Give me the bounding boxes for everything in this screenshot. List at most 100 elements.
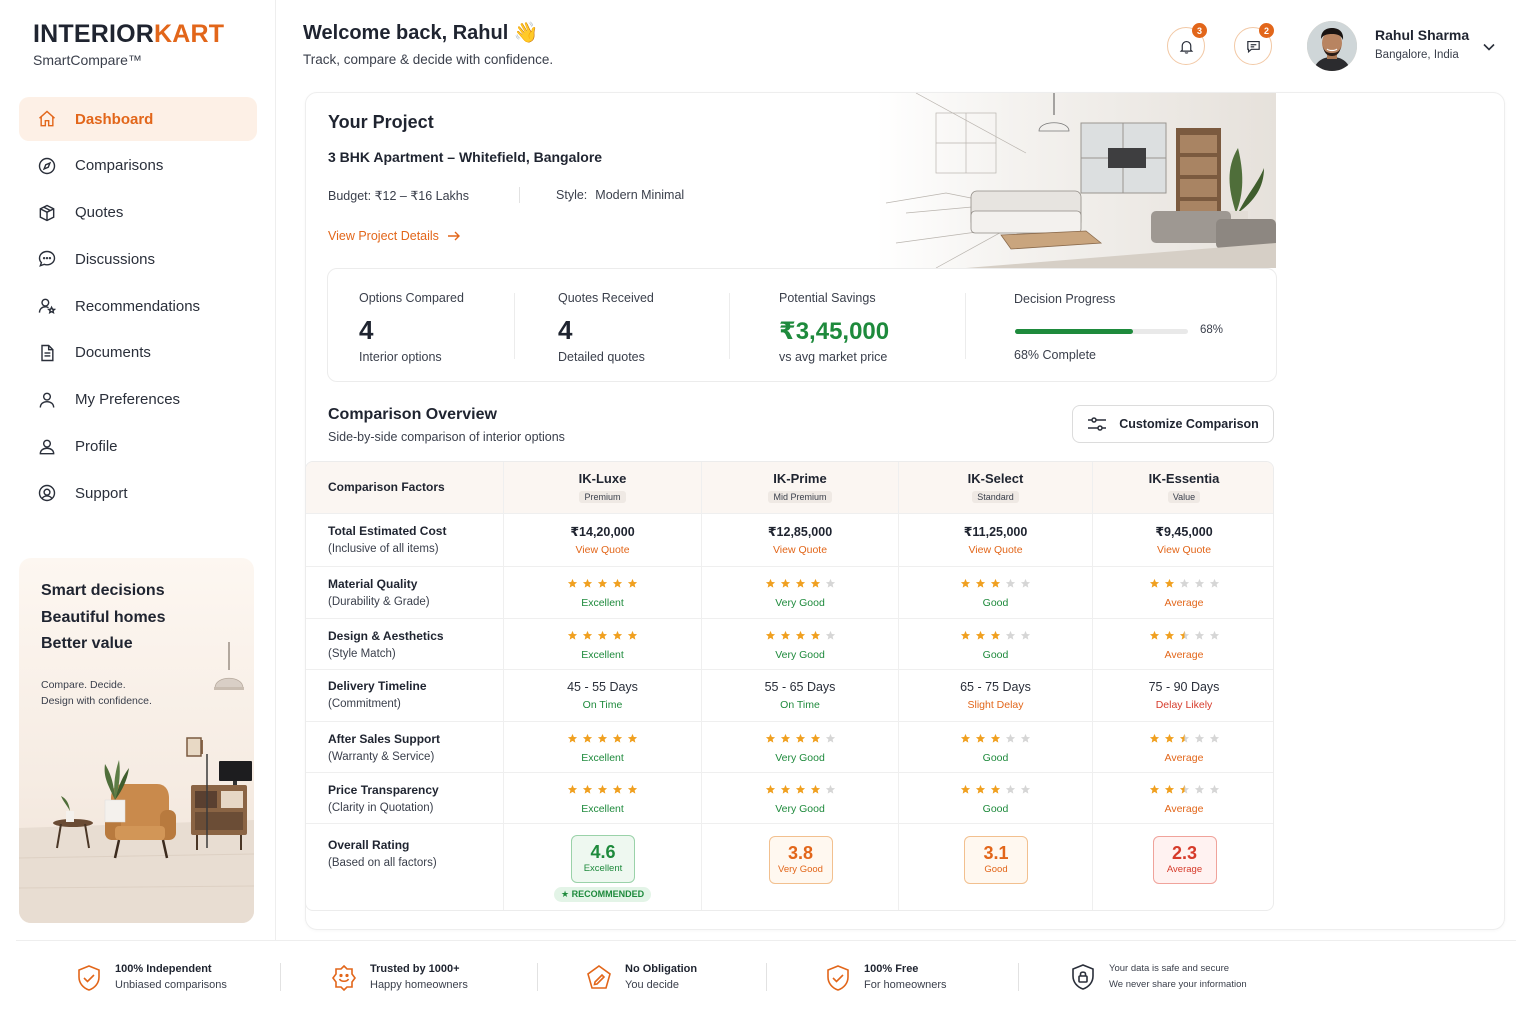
factor-cell: After Sales Support (Warranty & Service): [306, 722, 503, 772]
sidebar-item-my-preferences[interactable]: My Preferences: [19, 378, 257, 422]
sidebar-item-recommendations[interactable]: Recommendations: [19, 284, 257, 328]
compass-icon: [38, 157, 56, 175]
avatar[interactable]: [1307, 21, 1357, 71]
star-filled-icon: [780, 733, 790, 743]
brand-logo[interactable]: INTERIORKART SmartCompare™: [33, 20, 224, 68]
stat-divider: [729, 293, 730, 359]
chevron-down-icon[interactable]: [1482, 40, 1496, 54]
sidebar-item-label: Profile: [75, 438, 118, 456]
star-rating: [702, 784, 898, 798]
option-tier-badge: Mid Premium: [768, 491, 832, 503]
sidebar-item-dashboard[interactable]: Dashboard: [19, 97, 257, 141]
factor-cell: Design & Aesthetics (Style Match): [306, 619, 503, 669]
messages-button[interactable]: 2: [1234, 23, 1274, 65]
sidebar-item-discussions[interactable]: Discussions: [19, 237, 257, 281]
sidebar-item-quotes[interactable]: Quotes: [19, 191, 257, 235]
rating-word: Excellent: [581, 649, 624, 661]
star-rating: [1093, 578, 1273, 592]
user-name[interactable]: Rahul Sharma: [1375, 27, 1469, 43]
table-row: Total Estimated Cost (Inclusive of all it…: [306, 514, 1273, 567]
factor-title: Material Quality: [328, 577, 418, 591]
notification-count-badge: 3: [1192, 23, 1207, 38]
value-cell: 3.1 Good: [898, 824, 1092, 910]
star-filled-icon: [627, 630, 638, 640]
star-filled-icon: [960, 784, 971, 794]
factor-title: Overall Rating: [328, 838, 410, 852]
star-filled-icon: [612, 578, 623, 588]
view-quote-link[interactable]: View Quote: [1093, 541, 1273, 560]
factor-subtitle: (Inclusive of all items): [328, 543, 439, 555]
value-cell: Very Good: [701, 567, 898, 618]
bell-icon: [1179, 40, 1193, 54]
star-filled-icon: [567, 784, 578, 794]
star-filled-icon: [567, 733, 578, 743]
star-empty-icon: [1209, 578, 1219, 588]
rating-word: Average: [1164, 803, 1204, 815]
star-rating: [899, 784, 1092, 798]
table-row: Design & Aesthetics (Style Match) Excellen…: [306, 619, 1273, 670]
sidebar-item-label: Documents: [75, 344, 151, 362]
value-cell: 2.3 Average: [1092, 824, 1273, 910]
sidebar-item-profile[interactable]: Profile: [19, 425, 257, 469]
overall-word: Average: [1166, 864, 1203, 875]
delivery-range: 55 - 65 Days: [764, 680, 836, 694]
value-cell: Good: [898, 619, 1092, 669]
value-cell: Excellent: [503, 773, 701, 823]
factor-title: Total Estimated Cost: [328, 524, 447, 538]
star-filled-icon: [810, 784, 820, 794]
view-project-details-link[interactable]: View Project Details: [328, 229, 461, 243]
value-cell: 55 - 65 Days On Time: [701, 670, 898, 721]
star-filled-icon: [990, 630, 1001, 640]
delivery-cell-content: 75 - 90 Days Delay Likely: [1093, 670, 1273, 715]
rating-cell-content: Good: [899, 773, 1092, 819]
stat-divider: [965, 293, 966, 359]
value-cell: Very Good: [701, 619, 898, 669]
value-cell: 65 - 75 Days Slight Delay: [898, 670, 1092, 721]
project-room-image: [876, 93, 1276, 268]
project-meta: Budget: ₹12 – ₹16 Lakhs Style: Modern Mi…: [328, 187, 684, 203]
table-row: Material Quality (Durability & Grade) Exce…: [306, 567, 1273, 619]
customize-comparison-button[interactable]: Customize Comparison: [1072, 405, 1274, 443]
trust-item-trusted: Trusted by 1000+ Happy homeowners: [329, 961, 468, 994]
rating-word: Average: [1164, 752, 1204, 764]
star-filled-icon: [627, 733, 638, 743]
sidebar-item-support[interactable]: Support: [19, 471, 257, 515]
view-quote-link[interactable]: View Quote: [504, 541, 701, 560]
sidebar-item-comparisons[interactable]: Comparisons: [19, 144, 257, 188]
sidebar-item-documents[interactable]: Documents: [19, 331, 257, 375]
footer-divider: [280, 963, 281, 991]
option-name: IK-Select: [967, 471, 1024, 486]
overall-word: Very Good: [778, 864, 823, 875]
rating-cell-content: Very Good: [702, 722, 898, 768]
factor-title: Design & Aesthetics: [328, 629, 444, 643]
column-header-1: IK-Luxe Premium: [503, 462, 701, 513]
star-filled-icon: [1149, 578, 1159, 588]
sliders-icon: [1088, 417, 1107, 431]
cost-value: ₹12,85,000: [767, 525, 833, 539]
living-room-illustration: [19, 642, 254, 923]
lock-shield-icon: [1072, 964, 1094, 990]
notifications-button[interactable]: 3: [1167, 23, 1207, 65]
cost-value: ₹14,20,000: [570, 525, 635, 539]
project-section-title: Your Project: [328, 112, 434, 132]
view-quote-link[interactable]: View Quote: [702, 541, 898, 560]
factor-label: After Sales Support (Warranty & Service): [328, 730, 440, 767]
star-filled-icon: [1164, 630, 1174, 640]
star-rating: [1093, 630, 1273, 644]
factor-cell: Total Estimated Cost (Inclusive of all it…: [306, 514, 503, 566]
project-stats-card: Options Compared 4 Interior options Quot…: [327, 268, 1277, 382]
value-cell: Excellent: [503, 567, 701, 618]
sidebar-item-label: Quotes: [75, 204, 124, 222]
star-filled-icon: [810, 578, 820, 588]
star-rating: [504, 630, 701, 644]
message-count-badge: 2: [1259, 23, 1274, 38]
factor-label: Price Transparency (Clarity in Quotation): [328, 781, 439, 818]
factor-cell: Overall Rating (Based on all factors): [306, 824, 503, 910]
rating-word: Very Good: [775, 597, 825, 609]
view-quote-link[interactable]: View Quote: [899, 541, 1092, 560]
delivery-range: 45 - 55 Days: [567, 680, 638, 694]
sidebar-item-label: Comparisons: [75, 157, 164, 175]
value-cell: 4.6 Excellent ★ RECOMMENDED: [503, 824, 701, 910]
value-cell: ₹12,85,000 View Quote: [701, 514, 898, 566]
cost-value: ₹11,25,000: [963, 525, 1028, 539]
